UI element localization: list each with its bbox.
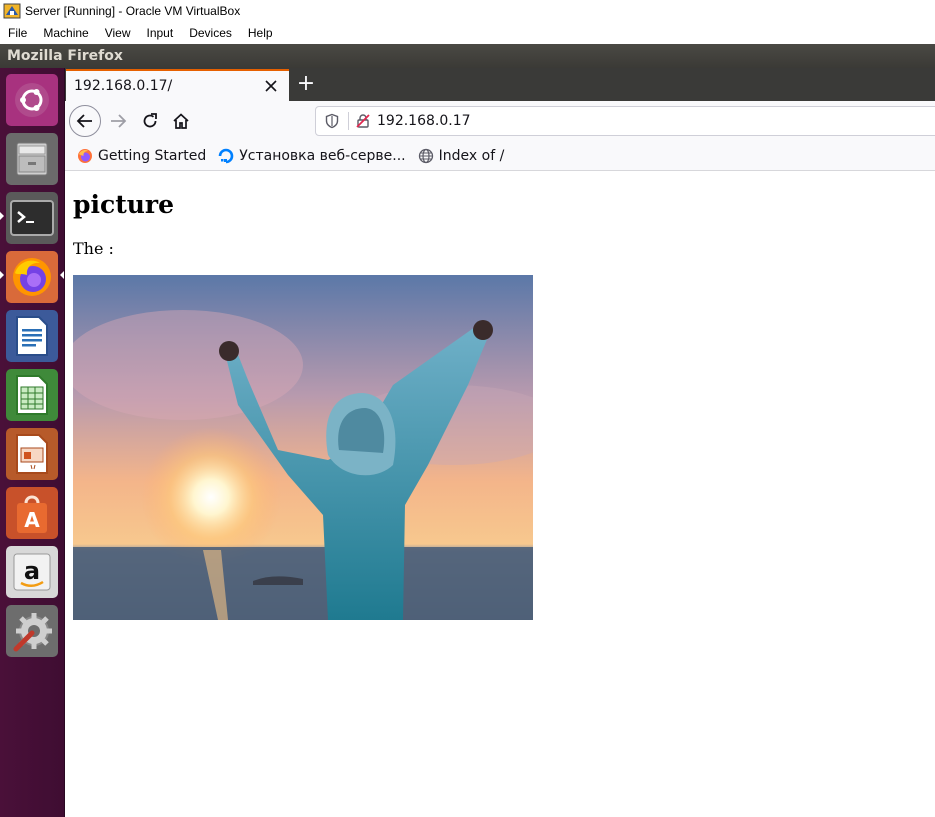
svg-text:a: a (24, 557, 40, 585)
bookmark-label: Getting Started (98, 147, 207, 164)
reload-icon (143, 113, 157, 128)
software-center-icon[interactable]: A (6, 487, 58, 539)
menu-help[interactable]: Help (240, 26, 281, 40)
bookmark-label: Index of / (438, 147, 505, 164)
vbox-window-title: Server [Running] - Oracle VM VirtualBox (25, 4, 241, 18)
vbox-title-bar: Server [Running] - Oracle VM VirtualBox (0, 0, 935, 22)
bookmark-web-server-setup[interactable]: Установка веб-серве... (218, 147, 406, 164)
web-page-content: picture The : (65, 172, 935, 817)
url-separator (348, 112, 349, 130)
reload-button[interactable] (134, 105, 166, 137)
firefox-icon[interactable] (6, 251, 58, 303)
forward-arrow-icon (111, 114, 127, 128)
sunset-photo (73, 275, 533, 620)
menu-input[interactable]: Input (139, 26, 182, 40)
menu-file[interactable]: File (0, 26, 35, 40)
ubuntu-launcher: A a (0, 68, 65, 817)
bookmark-label: Установка веб-серве... (239, 147, 406, 164)
home-icon (173, 113, 189, 129)
libreoffice-calc-icon[interactable] (6, 369, 58, 421)
svg-text:A: A (24, 508, 40, 532)
terminal-icon[interactable] (6, 192, 58, 244)
digitalocean-icon (218, 148, 234, 163)
ubuntu-top-panel: Mozilla Firefox (0, 44, 935, 68)
menu-devices[interactable]: Devices (181, 26, 240, 40)
insecure-connection-icon[interactable] (355, 113, 371, 129)
system-settings-icon[interactable] (6, 605, 58, 657)
bookmark-index-of[interactable]: Index of / (418, 147, 505, 164)
virtualbox-icon (3, 2, 21, 20)
tracking-shield-icon[interactable] (324, 113, 340, 129)
amazon-icon[interactable]: a (6, 546, 58, 598)
forward-button[interactable] (102, 105, 134, 137)
globe-icon (418, 148, 433, 163)
tab-title: 192.168.0.17/ (74, 78, 173, 94)
tab-close-icon[interactable] (263, 78, 279, 94)
files-icon[interactable] (6, 133, 58, 185)
vbox-menu-bar: File Machine View Input Devices Help (0, 22, 935, 44)
bookmarks-toolbar: Getting Started Установка веб-серве... I… (65, 141, 935, 171)
back-button[interactable] (69, 105, 101, 137)
menu-view[interactable]: View (97, 26, 139, 40)
bookmark-getting-started[interactable]: Getting Started (77, 148, 206, 164)
firefox-running-indicator (0, 271, 4, 279)
page-paragraph: The : (73, 239, 114, 258)
tab-active[interactable]: 192.168.0.17/ (66, 69, 289, 101)
firefox-small-icon (78, 148, 92, 163)
terminal-running-indicator (0, 212, 4, 220)
home-button[interactable] (165, 105, 197, 137)
new-tab-button[interactable]: + (296, 73, 316, 95)
firefox-focused-indicator (60, 271, 64, 279)
menu-machine[interactable]: Machine (35, 26, 96, 40)
page-heading: picture (73, 190, 175, 219)
ubuntu-dash-icon[interactable] (6, 74, 58, 126)
libreoffice-impress-icon[interactable] (6, 428, 58, 480)
url-bar[interactable]: 192.168.0.17 (315, 106, 935, 136)
libreoffice-writer-icon[interactable] (6, 310, 58, 362)
back-arrow-icon (76, 114, 92, 128)
active-app-title: Mozilla Firefox (7, 48, 123, 64)
url-text[interactable]: 192.168.0.17 (377, 113, 471, 129)
